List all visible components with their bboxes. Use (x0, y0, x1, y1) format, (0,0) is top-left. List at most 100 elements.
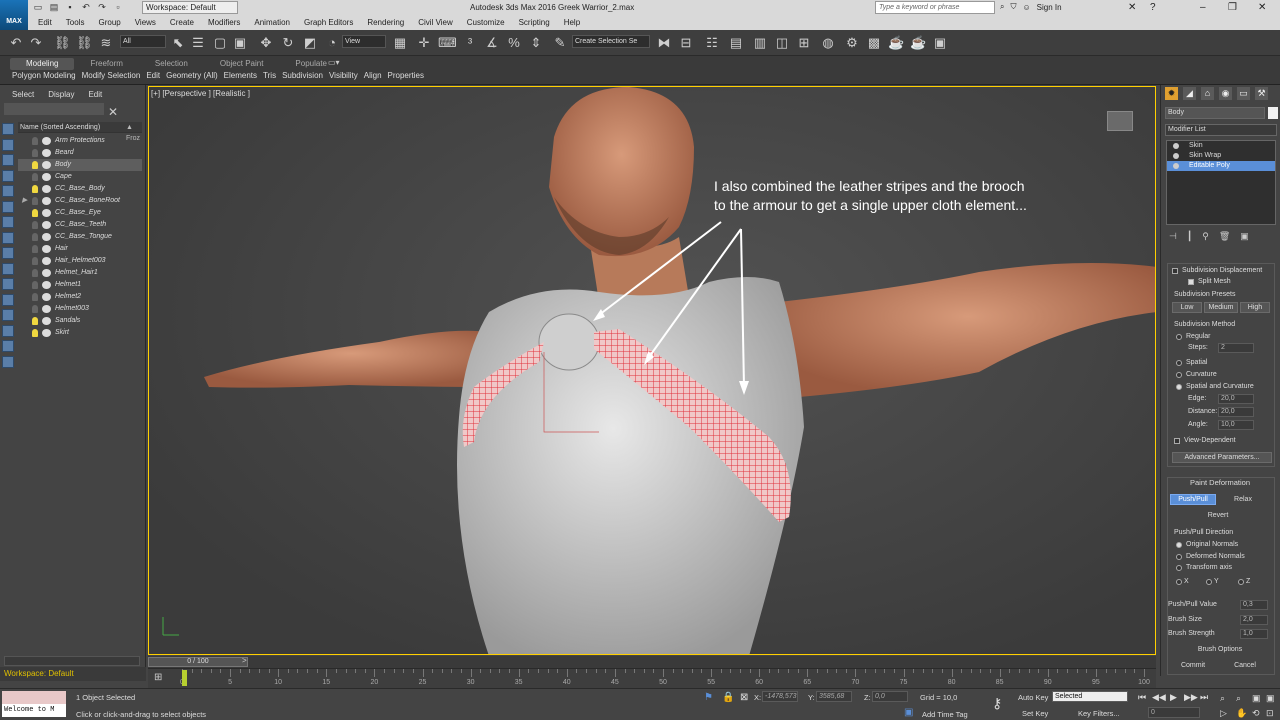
previous-frame-icon[interactable]: ◀◀ (1152, 692, 1166, 703)
render-iterative-icon[interactable]: ☕ (910, 35, 926, 51)
named-selection-dropdown[interactable]: Create Selection Se (572, 35, 650, 48)
menu-views[interactable]: Views (135, 16, 156, 30)
pan-icon[interactable]: ✋ (1236, 708, 1247, 719)
preset-low-button[interactable]: Low (1172, 302, 1202, 313)
list-item[interactable]: Skirt (18, 327, 142, 339)
show-end-result-icon[interactable]: ┃ (1187, 231, 1192, 242)
add-time-tag[interactable]: Add Time Tag (922, 710, 968, 719)
render-production-icon[interactable]: ☕ (888, 35, 904, 51)
modifier-toggle-icon[interactable] (1173, 143, 1179, 149)
minimize-icon[interactable]: – (1200, 2, 1206, 13)
list-item[interactable]: Arm Protections (18, 135, 142, 147)
help-search-input[interactable]: Type a keyword or phrase (875, 1, 995, 14)
new-file-icon[interactable]: ▭ (32, 2, 44, 13)
window-crossing-icon[interactable]: ▣ (232, 35, 248, 51)
time-tag-icon[interactable]: ▣ (904, 707, 913, 718)
filter-groups-icon[interactable] (2, 216, 14, 228)
render-in-cloud-icon[interactable]: ▣ (932, 35, 948, 51)
unlink-icon[interactable]: ⛓ (76, 35, 93, 51)
current-frame-marker[interactable] (182, 670, 187, 686)
ribbon-panel-polygon-modeling[interactable]: Polygon Modeling (12, 71, 76, 80)
menu-modifiers[interactable]: Modifiers (208, 16, 240, 30)
isolate-selection-icon[interactable]: ⚑ (704, 692, 713, 703)
move-icon[interactable]: ✥ (258, 35, 274, 51)
filter-geometry-icon[interactable] (2, 123, 14, 135)
menu-edit[interactable]: Edit (38, 16, 52, 30)
zoom-icon[interactable]: ⌕ (1220, 693, 1225, 704)
filter-all-icon[interactable] (2, 309, 14, 321)
name-column-header[interactable]: Name (Sorted Ascending) (20, 124, 100, 131)
transform-axis-radio[interactable] (1176, 565, 1182, 571)
light-bulb-icon[interactable] (32, 221, 38, 229)
percent-snap-icon[interactable]: % (506, 35, 522, 51)
go-to-start-icon[interactable]: ⏮ (1138, 692, 1146, 703)
selection-lock-icon[interactable]: 🔒 (722, 692, 734, 703)
list-item[interactable]: Cape (18, 171, 142, 183)
maximize-viewport-icon[interactable]: ⊡ (1266, 708, 1274, 719)
y-coordinate-field[interactable]: 3585,68 (816, 691, 852, 702)
rendered-frame-window-icon[interactable]: ▩ (866, 35, 882, 51)
light-bulb-icon[interactable] (32, 209, 38, 217)
filter-helpers-icon[interactable] (2, 185, 14, 197)
subdiv-displacement-checkbox[interactable] (1172, 268, 1178, 274)
light-bulb-icon[interactable] (32, 197, 38, 205)
filter-shapes-icon[interactable] (2, 138, 14, 151)
filter-hidden-icon[interactable] (2, 293, 14, 306)
distance-spinner[interactable]: 20,0 (1218, 407, 1254, 417)
filter-none-icon[interactable] (2, 324, 14, 337)
set-key-icon[interactable]: ⚷ (992, 695, 1002, 712)
light-bulb-icon[interactable] (32, 293, 38, 301)
field-of-view-icon[interactable]: ▷ (1220, 708, 1227, 719)
select-by-name-icon[interactable]: ☰ (190, 35, 206, 51)
time-slider[interactable]: 0 / 100 > (148, 656, 1156, 668)
help-icon[interactable]: ? (1150, 2, 1156, 13)
ribbon-panel-properties[interactable]: Properties (388, 71, 424, 80)
viewport-label[interactable]: [+] [Perspective ] [Realistic ] (151, 89, 250, 98)
ribbon-panel-edit[interactable]: Edit (146, 71, 160, 80)
object-visibility-icon[interactable] (42, 257, 51, 265)
ribbon-panel-elements[interactable]: Elements (224, 71, 257, 80)
perspective-viewport[interactable]: [+] [Perspective ] [Realistic ] I also c… (148, 86, 1156, 655)
select-manipulate-icon[interactable]: ✛ (416, 35, 432, 51)
brush-options-button[interactable]: Brush Options (1188, 644, 1252, 655)
maxscript-output[interactable]: Welcome to M (2, 704, 66, 717)
object-visibility-icon[interactable] (42, 317, 51, 325)
object-color-swatch[interactable] (1268, 107, 1278, 119)
object-visibility-icon[interactable] (42, 293, 51, 301)
menu-scripting[interactable]: Scripting (519, 16, 550, 30)
ribbon-tab-freeform[interactable]: Freeform (74, 58, 138, 70)
edge-spinner[interactable]: 20,0 (1218, 394, 1254, 404)
cancel-button[interactable]: Cancel (1222, 660, 1268, 671)
set-key-button[interactable]: Set Key (1022, 709, 1048, 718)
light-bulb-icon[interactable] (32, 245, 38, 253)
sign-in-link[interactable]: Sign In (1037, 3, 1062, 12)
ribbon-panel-align[interactable]: Align (364, 71, 382, 80)
list-item[interactable]: Hair (18, 243, 142, 255)
menu-tools[interactable]: Tools (66, 16, 85, 30)
light-bulb-icon[interactable] (32, 149, 38, 157)
list-item[interactable]: Body (18, 159, 142, 171)
ribbon-panel-tris[interactable]: Tris (263, 71, 276, 80)
exchange-icon[interactable]: ✕ (1128, 2, 1136, 13)
revert-button[interactable]: Revert (1188, 510, 1248, 521)
commit-button[interactable]: Commit (1170, 660, 1216, 671)
filter-invert-icon[interactable] (2, 340, 14, 352)
user-icon[interactable]: ☺ (1022, 3, 1030, 12)
preset-medium-button[interactable]: Medium (1204, 302, 1238, 313)
motion-tab-icon[interactable]: ◉ (1219, 87, 1232, 100)
ribbon-panel-subdivision[interactable]: Subdivision (282, 71, 323, 80)
keyboard-shortcut-toggle-icon[interactable]: ⌨ (438, 35, 457, 51)
ribbon-panel-geometry-all-[interactable]: Geometry (All) (166, 71, 218, 80)
search-icon[interactable]: ⌕ (1000, 2, 1004, 12)
light-bulb-icon[interactable] (32, 233, 38, 241)
light-bulb-icon[interactable] (32, 161, 38, 169)
time-slider-thumb[interactable]: 0 / 100 (148, 657, 248, 667)
utilities-tab-icon[interactable]: ⚒ (1255, 87, 1268, 100)
key-filters-button[interactable]: Key Filters... (1078, 709, 1120, 718)
object-visibility-icon[interactable] (42, 209, 51, 217)
relax-button[interactable]: Relax (1220, 494, 1266, 505)
regular-radio[interactable] (1176, 334, 1182, 340)
pivot-center-icon[interactable]: ▦ (392, 35, 408, 51)
zoom-extents-icon[interactable]: ▣ (1252, 693, 1261, 704)
play-icon[interactable]: ▶ (1170, 692, 1177, 703)
